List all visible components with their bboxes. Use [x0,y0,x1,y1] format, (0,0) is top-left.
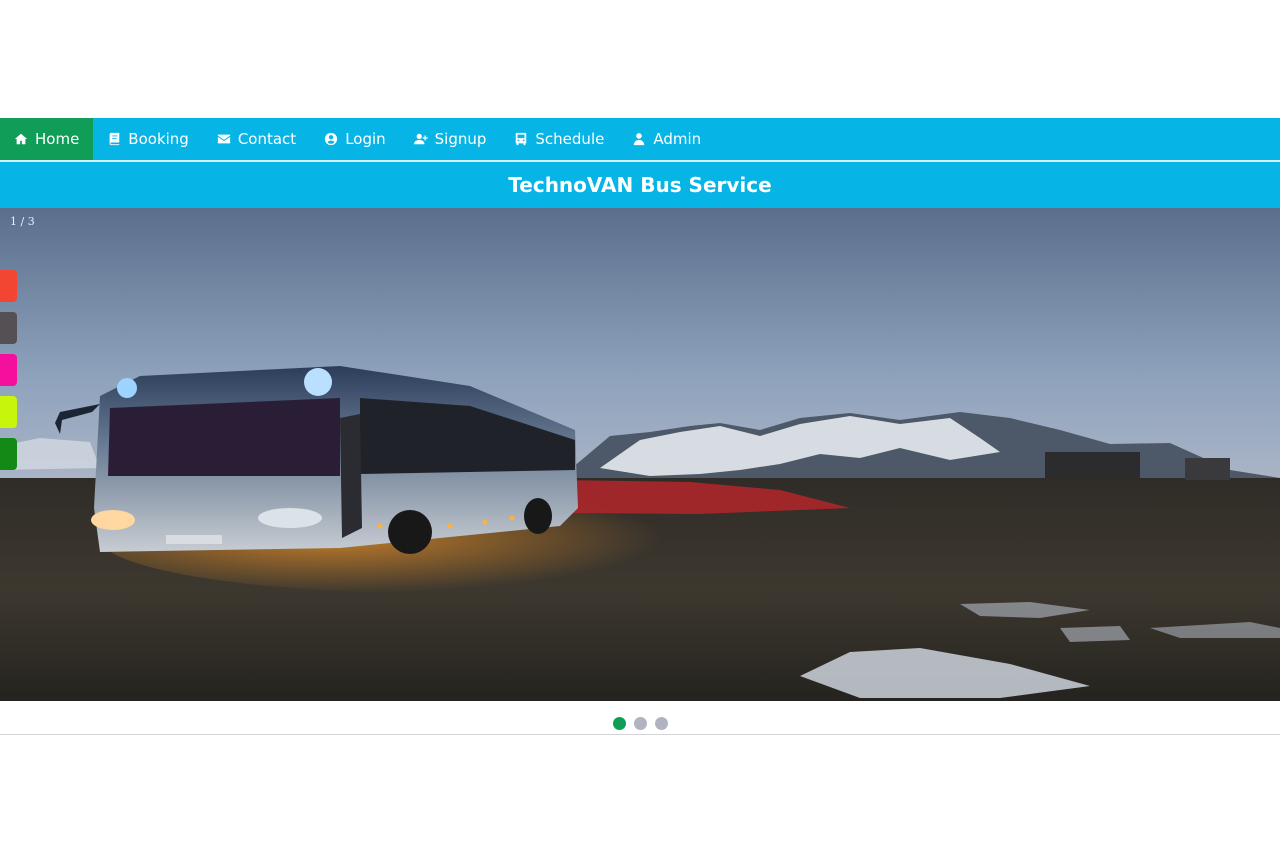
main-navbar: Home Booking Contact Login Signup Schedu… [0,118,1280,160]
slider-dot-2[interactable] [633,717,647,730]
user-circle-icon [324,132,338,146]
nav-contact-label: Contact [237,130,297,148]
nav-booking[interactable]: Booking [93,118,203,160]
home-icon [14,132,28,146]
nav-login-label: Login [345,130,386,148]
social-tab-red[interactable] [0,270,17,302]
nav-booking-label: Booking [128,130,189,148]
image-slider[interactable]: 1 / 3 [0,208,1280,701]
social-tab-lime[interactable] [0,396,17,428]
book-icon [107,132,121,146]
nav-signup-label: Signup [434,130,487,148]
nav-admin[interactable]: Admin [618,118,715,160]
envelope-icon [217,132,231,146]
slider-dot-1[interactable] [612,717,626,730]
nav-admin-label: Admin [653,130,702,148]
nav-home-label: Home [35,130,80,148]
nav-home[interactable]: Home [0,118,94,160]
bus-icon [514,132,528,146]
bus-at-night-image [0,208,1280,701]
social-tab-pink[interactable] [0,354,17,386]
slider-dots [0,717,1280,730]
social-tab-green[interactable] [0,438,17,470]
nav-signup[interactable]: Signup [400,118,501,160]
slide-counter: 1 / 3 [10,215,35,228]
site-title: TechnoVAN Bus Service [508,173,772,197]
nav-login[interactable]: Login [310,118,399,160]
user-plus-icon [413,132,428,146]
social-tab-gray[interactable] [0,312,17,344]
nav-schedule-label: Schedule [535,130,605,148]
nav-schedule[interactable]: Schedule [500,118,618,160]
user-icon [632,132,646,146]
section-divider [0,734,1280,735]
nav-contact[interactable]: Contact [203,118,310,160]
slider-dot-3[interactable] [654,717,668,730]
site-title-bar: TechnoVAN Bus Service [0,162,1280,208]
